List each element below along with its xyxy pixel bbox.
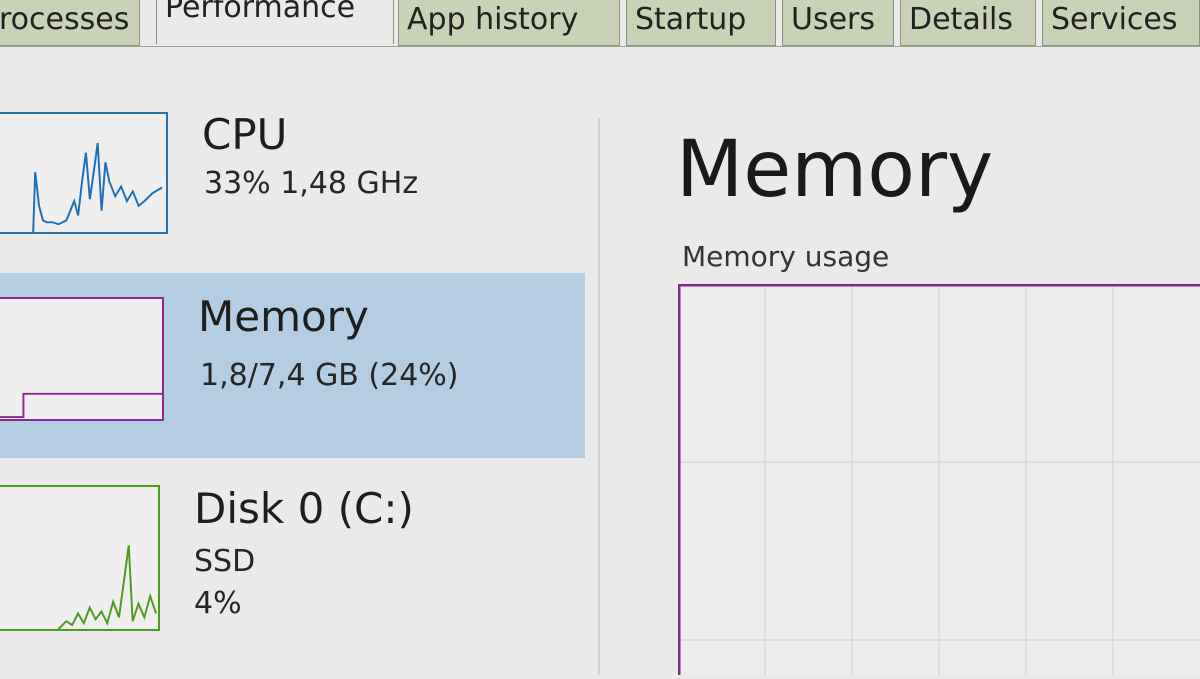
performance-sidebar: CPU 33% 1,48 GHz Memory 1,8/7,4 GB (24%)… — [0, 95, 600, 675]
tab-strip: rocesses Performance App history Startup… — [0, 0, 1200, 50]
tab-baseline — [0, 46, 1200, 47]
tab-app-history-label: App history — [407, 2, 579, 37]
tab-users-label: Users — [791, 2, 876, 37]
tab-services-label: Services — [1051, 2, 1178, 37]
sidebar-item-cpu-detail: 33% 1,48 GHz — [204, 166, 419, 201]
tab-startup[interactable]: Startup — [626, 0, 776, 46]
sidebar-item-memory[interactable]: Memory 1,8/7,4 GB (24%) — [0, 273, 585, 458]
sidebar-item-cpu-title: CPU — [202, 110, 288, 159]
memory-usage-label: Memory usage — [682, 240, 890, 273]
tab-performance-label: Performance — [165, 0, 356, 25]
sidebar-item-disk[interactable]: Disk 0 (C:) SSD 4% — [0, 475, 585, 675]
sidebar-item-cpu[interactable]: CPU 33% 1,48 GHz — [0, 95, 585, 255]
disk-sparkline — [57, 545, 157, 629]
tab-details[interactable]: Details — [900, 0, 1036, 46]
tab-details-label: Details — [909, 2, 1014, 37]
disk-thumbnail-graph — [0, 485, 160, 631]
page-title: Memory — [676, 125, 994, 215]
tab-services[interactable]: Services — [1042, 0, 1200, 46]
memory-usage-fill — [0, 392, 162, 419]
memory-usage-graph-canvas — [677, 283, 1200, 675]
sidebar-item-disk-type: SSD — [194, 544, 256, 579]
cpu-thumbnail-graph — [0, 112, 168, 234]
tab-app-history[interactable]: App history — [398, 0, 620, 46]
cpu-sparkline — [32, 142, 163, 232]
sidebar-item-memory-detail: 1,8/7,4 GB (24%) — [200, 358, 459, 393]
sidebar-item-disk-usage: 4% — [194, 586, 242, 621]
tab-startup-label: Startup — [635, 2, 747, 37]
sidebar-item-disk-title: Disk 0 (C:) — [194, 484, 414, 533]
sidebar-item-memory-title: Memory — [198, 292, 369, 341]
memory-usage-graph — [677, 283, 1200, 675]
tab-processes-label: rocesses — [0, 2, 130, 37]
tab-performance[interactable]: Performance — [156, 0, 394, 44]
tab-users[interactable]: Users — [782, 0, 894, 46]
panel-divider — [598, 118, 600, 675]
memory-thumbnail-graph — [0, 297, 164, 421]
tab-processes[interactable]: rocesses — [0, 0, 140, 46]
